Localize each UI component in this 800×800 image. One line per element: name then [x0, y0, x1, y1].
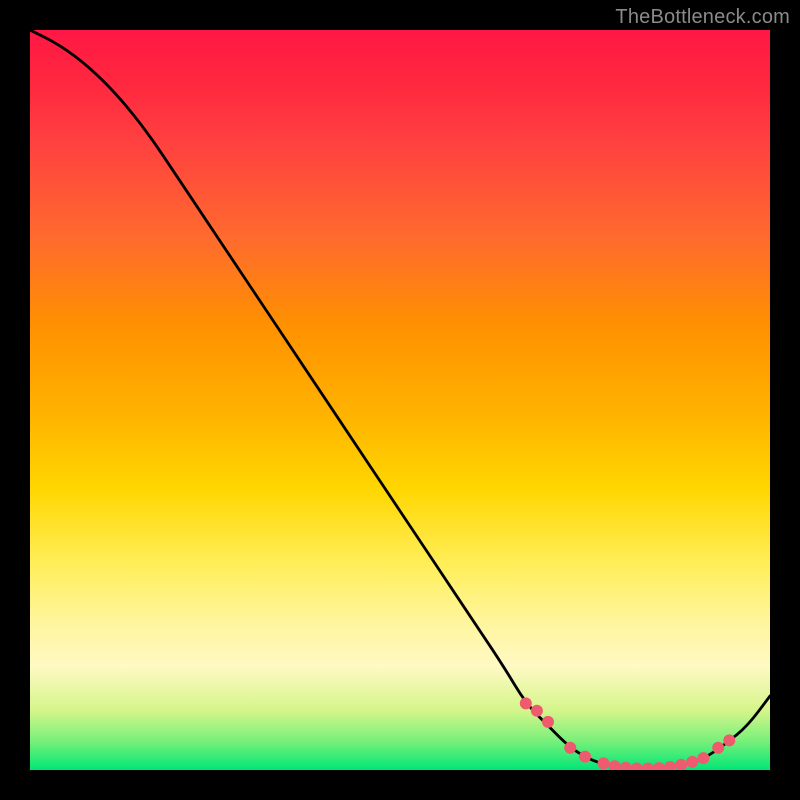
watermark-text: TheBottleneck.com: [615, 6, 790, 29]
annotation-dot: [723, 734, 735, 746]
annotation-dot: [620, 762, 632, 770]
plot-area: [30, 30, 770, 770]
chart-svg: [30, 30, 770, 770]
annotation-dot: [531, 705, 543, 717]
annotation-dot: [686, 756, 698, 768]
annotation-dot: [579, 751, 591, 763]
annotation-dot: [664, 761, 676, 770]
annotation-dot: [653, 762, 665, 770]
annotation-dot: [675, 759, 687, 770]
annotation-dot: [609, 760, 621, 770]
chart-frame: TheBottleneck.com: [0, 0, 800, 800]
annotation-dot: [697, 752, 709, 764]
annotation-dot: [631, 763, 643, 770]
annotation-dots: [520, 697, 736, 770]
annotation-dot: [542, 716, 554, 728]
annotation-dot: [598, 757, 610, 769]
annotation-dot: [564, 742, 576, 754]
annotation-dot: [520, 697, 532, 709]
annotation-dot: [712, 742, 724, 754]
curve-line: [30, 30, 770, 769]
annotation-dot: [642, 763, 654, 770]
